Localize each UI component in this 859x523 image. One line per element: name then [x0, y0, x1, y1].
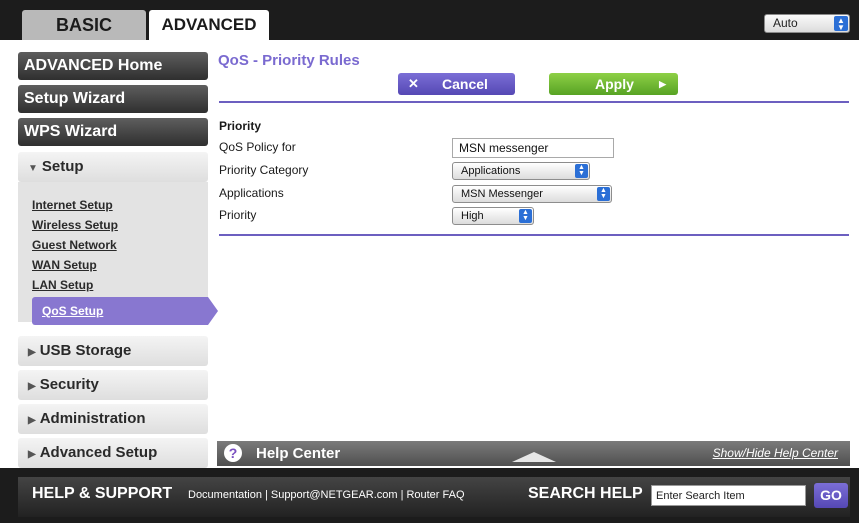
caret-right-icon: ▶ [28, 415, 36, 426]
sidebar-advanced-home[interactable]: ADVANCED Home [18, 52, 208, 80]
priority-select[interactable]: High ▲ ▼ [452, 207, 534, 225]
priority-category-select[interactable]: Applications ▲ ▼ [452, 162, 590, 180]
sidebar-group-administration[interactable]: ▶ Administration [18, 404, 208, 434]
sidebar-item-lan-setup[interactable]: LAN Setup [32, 278, 93, 292]
documentation-link[interactable]: Documentation [188, 489, 262, 501]
divider-bottom [219, 234, 849, 236]
select-arrows-icon: ▲ ▼ [575, 164, 588, 178]
applications-select[interactable]: MSN Messenger ▲ ▼ [452, 185, 612, 203]
sidebar-group-advanced-setup-label: Advanced Setup [39, 444, 158, 461]
cancel-button-label: Cancel [442, 76, 488, 92]
priority-value: High [461, 210, 484, 222]
select-arrows-icon: ▲ ▼ [834, 16, 848, 32]
help-support-title: HELP & SUPPORT [32, 485, 173, 502]
sidebar-wps-wizard[interactable]: WPS Wizard [18, 118, 208, 146]
sidebar-group-setup[interactable]: ▼ Setup [18, 152, 208, 182]
help-center-title: Help Center [256, 445, 341, 462]
section-heading-priority: Priority [219, 119, 262, 133]
search-input[interactable] [651, 485, 806, 506]
cancel-button[interactable]: ✕ Cancel [398, 73, 515, 95]
language-select[interactable]: Auto ▲ ▼ [764, 14, 850, 33]
expand-up-icon[interactable] [512, 452, 556, 462]
tab-basic[interactable]: BASIC [22, 10, 146, 40]
select-arrows-icon: ▲ ▼ [519, 209, 532, 223]
priority-category-value: Applications [461, 165, 521, 177]
footer-inner: HELP & SUPPORT Documentation | Support@NET… [18, 477, 850, 517]
divider-top [219, 101, 849, 103]
applications-value: MSN Messenger [461, 188, 543, 200]
sidebar-item-internet-setup[interactable]: Internet Setup [32, 198, 113, 212]
sidebar-group-advanced-setup[interactable]: ▶ Advanced Setup [18, 438, 208, 468]
footer-bar: HELP & SUPPORT Documentation | Support@NET… [0, 468, 859, 523]
top-bar: BASIC ADVANCED Auto ▲ ▼ [0, 0, 859, 40]
sidebar-group-usb-storage[interactable]: ▶ USB Storage [18, 336, 208, 366]
sidebar-item-wan-setup[interactable]: WAN Setup [32, 258, 97, 272]
help-center-bar: ? Help Center Show/Hide Help Center [217, 441, 850, 466]
language-select-value: Auto [773, 16, 798, 30]
sidebar-group-security-label: Security [39, 376, 99, 393]
tab-advanced[interactable]: ADVANCED [149, 10, 269, 40]
sidebar-item-guest-network[interactable]: Guest Network [32, 238, 117, 252]
apply-button[interactable]: Apply ▶ [549, 73, 678, 95]
apply-button-label: Apply [595, 76, 634, 92]
sidebar-item-qos-setup[interactable]: QoS Setup [32, 297, 218, 325]
caret-down-icon: ▼ [28, 163, 38, 174]
router-faq-link[interactable]: Router FAQ [406, 489, 464, 501]
sidebar-group-administration-label: Administration [39, 410, 146, 427]
sidebar-item-wireless-setup[interactable]: Wireless Setup [32, 218, 118, 232]
caret-right-icon: ▶ [28, 449, 36, 460]
sidebar-group-security[interactable]: ▶ Security [18, 370, 208, 400]
support-email-link[interactable]: Support@NETGEAR.com [271, 489, 398, 501]
search-help-title: SEARCH HELP [528, 485, 643, 502]
caret-right-icon: ▶ [28, 381, 36, 392]
label-applications: Applications [219, 186, 284, 200]
label-priority: Priority [219, 208, 257, 222]
qos-policy-input[interactable] [452, 138, 614, 158]
sidebar-group-usb-storage-label: USB Storage [39, 342, 132, 359]
label-qos-policy: QoS Policy for [219, 140, 296, 154]
select-arrows-icon: ▲ ▼ [597, 187, 610, 201]
sidebar-group-setup-label: Setup [41, 158, 84, 175]
page-title: QoS - Priority Rules [218, 52, 360, 69]
sidebar-setup-wizard[interactable]: Setup Wizard [18, 85, 208, 113]
router-admin-page: BASIC ADVANCED Auto ▲ ▼ ADVANCED Home Set… [0, 0, 859, 523]
help-question-icon: ? [224, 444, 242, 462]
close-icon: ✕ [408, 76, 419, 91]
show-hide-help-link[interactable]: Show/Hide Help Center [713, 446, 838, 460]
go-button[interactable]: GO [814, 483, 848, 508]
play-arrow-icon: ▶ [659, 79, 666, 89]
footer-links: Documentation | Support@NETGEAR.com | Router… [188, 489, 465, 501]
caret-right-icon: ▶ [28, 347, 36, 358]
label-priority-category: Priority Category [219, 163, 309, 177]
